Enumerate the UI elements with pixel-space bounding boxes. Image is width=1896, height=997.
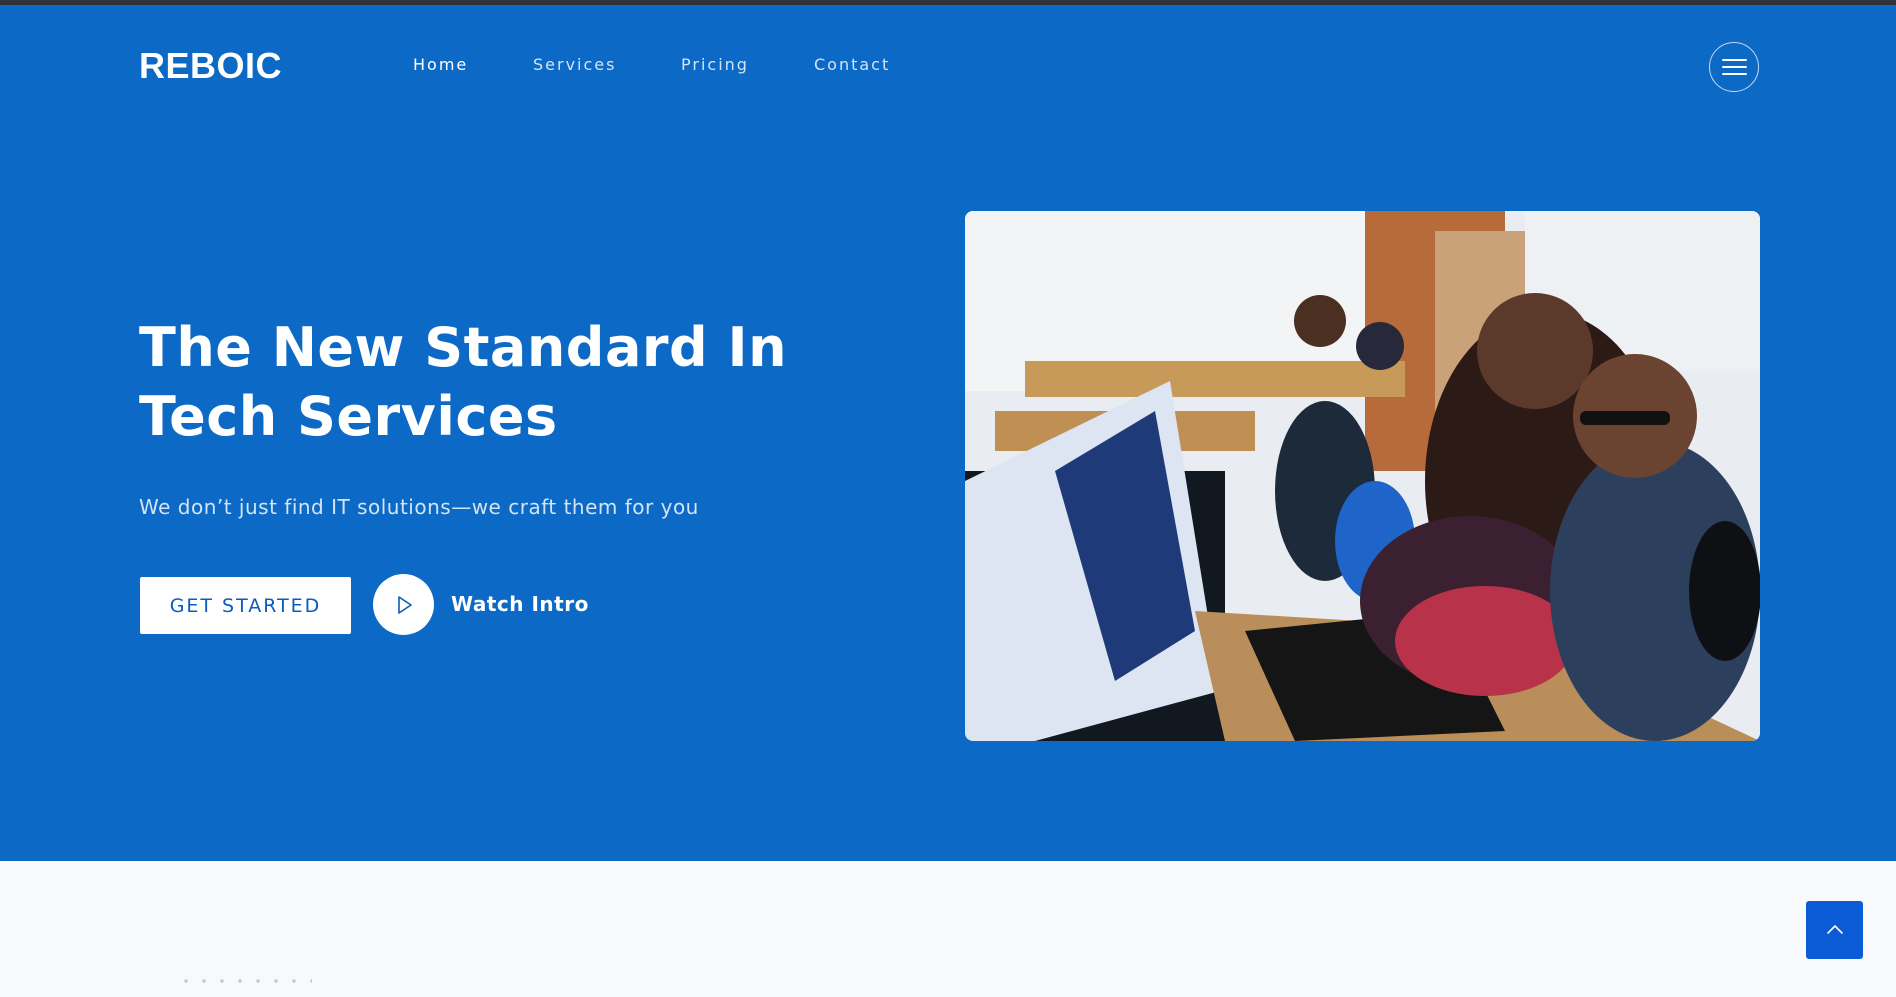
nav-services[interactable]: Services [533,55,616,74]
nav-home[interactable]: Home [413,55,468,74]
hero-image [965,211,1760,741]
chevron-up-icon [1826,925,1843,934]
play-icon [397,595,412,614]
nav-contact[interactable]: Contact [814,55,890,74]
brand-logo[interactable]: REBOIC [139,45,282,87]
watch-intro-link[interactable]: Watch Intro [451,592,589,616]
decorative-dot-grid [177,972,312,997]
hero-title: The New Standard In Tech Services [139,316,788,448]
nav-pricing[interactable]: Pricing [681,55,749,74]
scroll-to-top-button[interactable] [1806,901,1863,959]
hero-section: REBOIC Home Services Pricing Contact The… [0,5,1896,861]
hero-subtitle: We don’t just find IT solutions—we craft… [139,495,699,519]
get-started-button[interactable]: GET STARTED [140,577,351,634]
play-button[interactable] [373,574,434,635]
hamburger-icon[interactable] [1709,42,1759,92]
